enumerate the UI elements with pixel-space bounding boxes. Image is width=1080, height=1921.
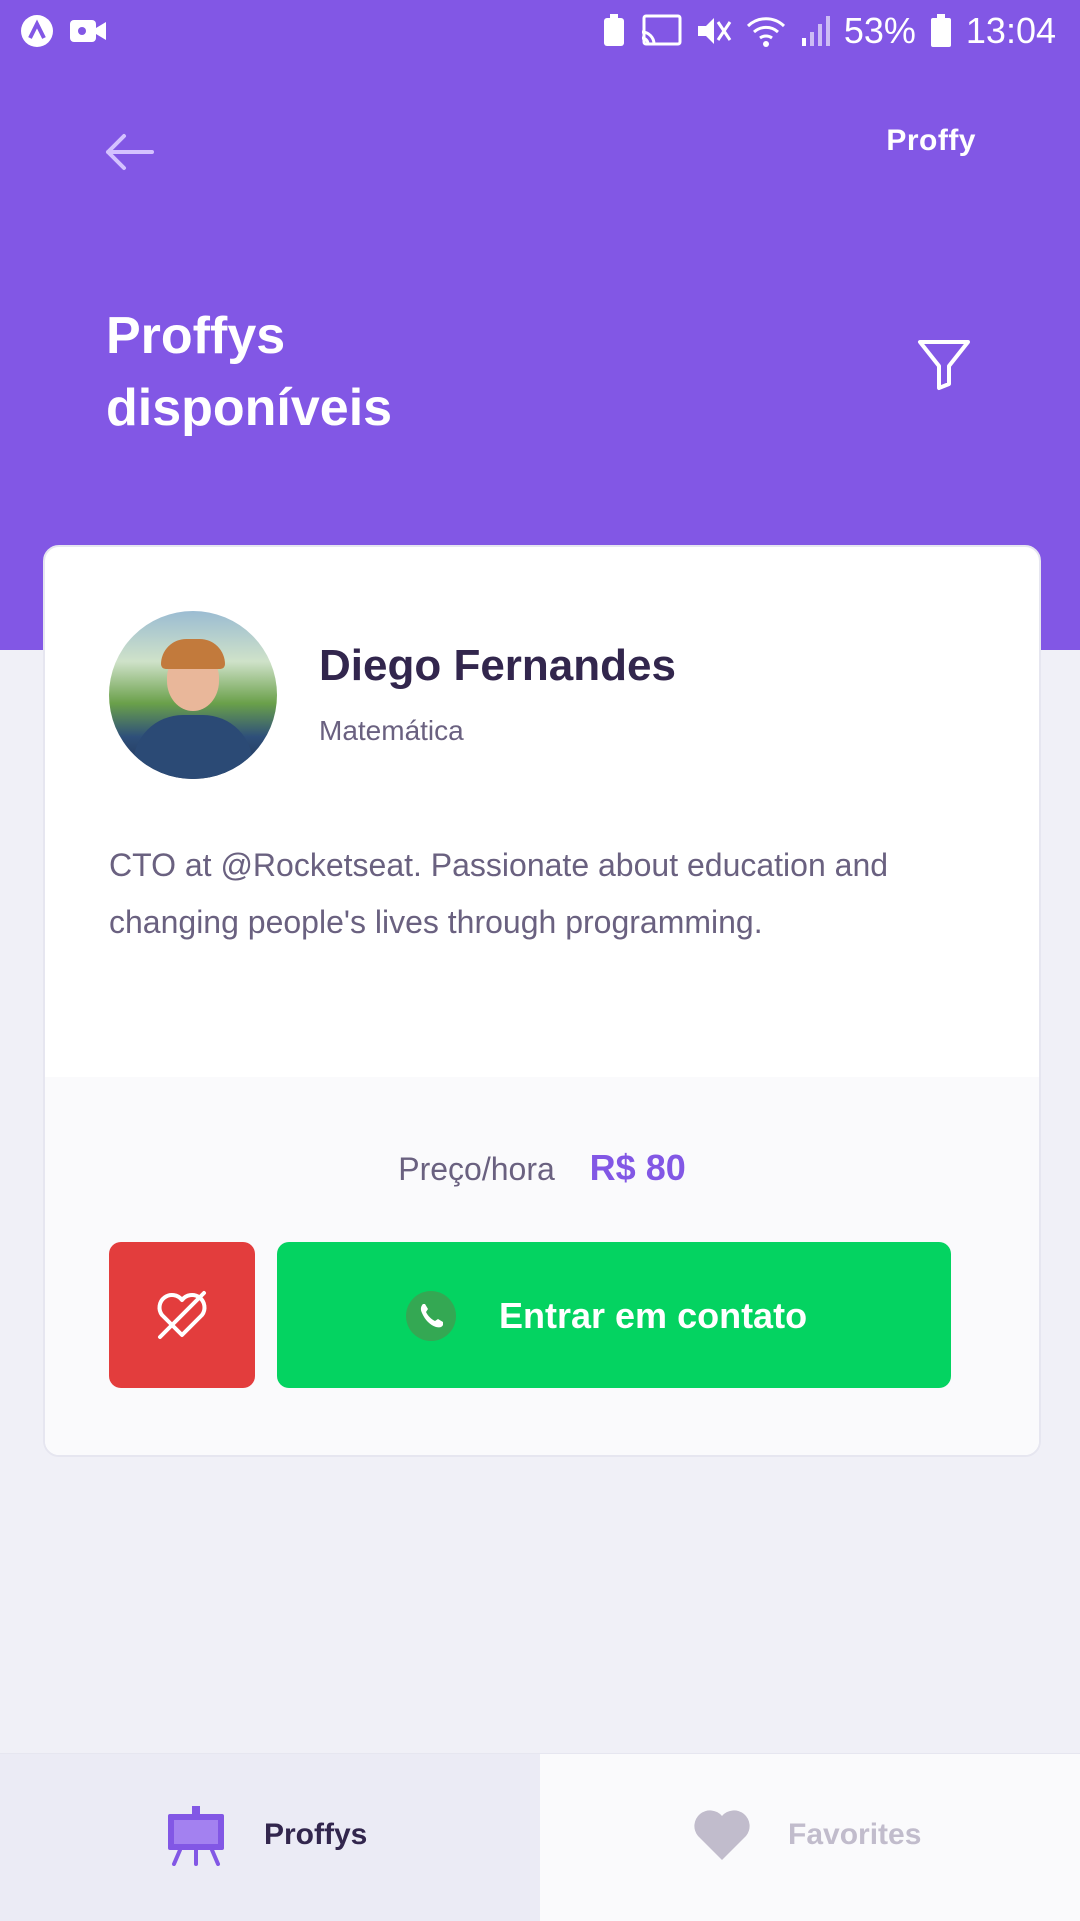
price-row: Preço/hora R$ 80: [45, 1147, 1039, 1189]
contact-button[interactable]: Entrar em contato: [277, 1242, 951, 1388]
wifi-icon: [746, 17, 785, 47]
battery-icon: [930, 14, 951, 47]
cast-icon: [641, 14, 682, 46]
whatsapp-icon: [406, 1291, 456, 1341]
filter-icon: [918, 340, 970, 390]
teacher-card: Diego Fernandes Matemática CTO at @Rocke…: [43, 545, 1041, 1457]
tab-favorites-label: Favorites: [788, 1818, 922, 1851]
arrow-left-icon: [106, 134, 154, 170]
teacher-name: Diego Fernandes: [319, 641, 676, 690]
status-bar: 53% 13:04: [0, 0, 1080, 64]
clock: 13:04: [965, 10, 1056, 51]
battery-percentage: 53%: [843, 10, 916, 51]
easel-icon: [168, 1806, 224, 1866]
status-right: 53% 13:04: [602, 10, 1056, 52]
avatar: [109, 611, 277, 779]
bottom-tab-bar: Proffys Favorites: [0, 1753, 1080, 1921]
contact-button-label: Entrar em contato: [499, 1295, 808, 1336]
signal-icon: [801, 16, 830, 46]
teacher-subject: Matemática: [319, 715, 464, 746]
tab-favorites[interactable]: Favorites: [540, 1754, 1080, 1921]
video-camera-icon: [70, 20, 106, 42]
brand-logo: Proffy: [886, 124, 976, 157]
app-notification-icon: [21, 15, 53, 47]
back-button[interactable]: [100, 122, 160, 182]
heart-icon: [694, 1810, 750, 1860]
status-left: [20, 14, 108, 48]
price-value: R$ 80: [589, 1147, 686, 1188]
filter-button[interactable]: [916, 336, 972, 392]
teacher-bio: CTO at @Rocketseat. Passionate about edu…: [109, 847, 889, 940]
unfavorite-button[interactable]: [109, 1242, 255, 1388]
unfavorite-heart-icon: [157, 1291, 207, 1339]
tab-proffys-label: Proffys: [264, 1818, 368, 1851]
mute-icon: [697, 18, 732, 44]
battery-saver-icon: [603, 14, 624, 46]
tab-proffys[interactable]: Proffys: [0, 1754, 540, 1921]
page-title: Proffys disponíveis: [106, 307, 393, 437]
price-label: Preço/hora: [398, 1151, 555, 1187]
card-footer: Preço/hora R$ 80 Entrar em contato: [45, 1077, 1039, 1455]
